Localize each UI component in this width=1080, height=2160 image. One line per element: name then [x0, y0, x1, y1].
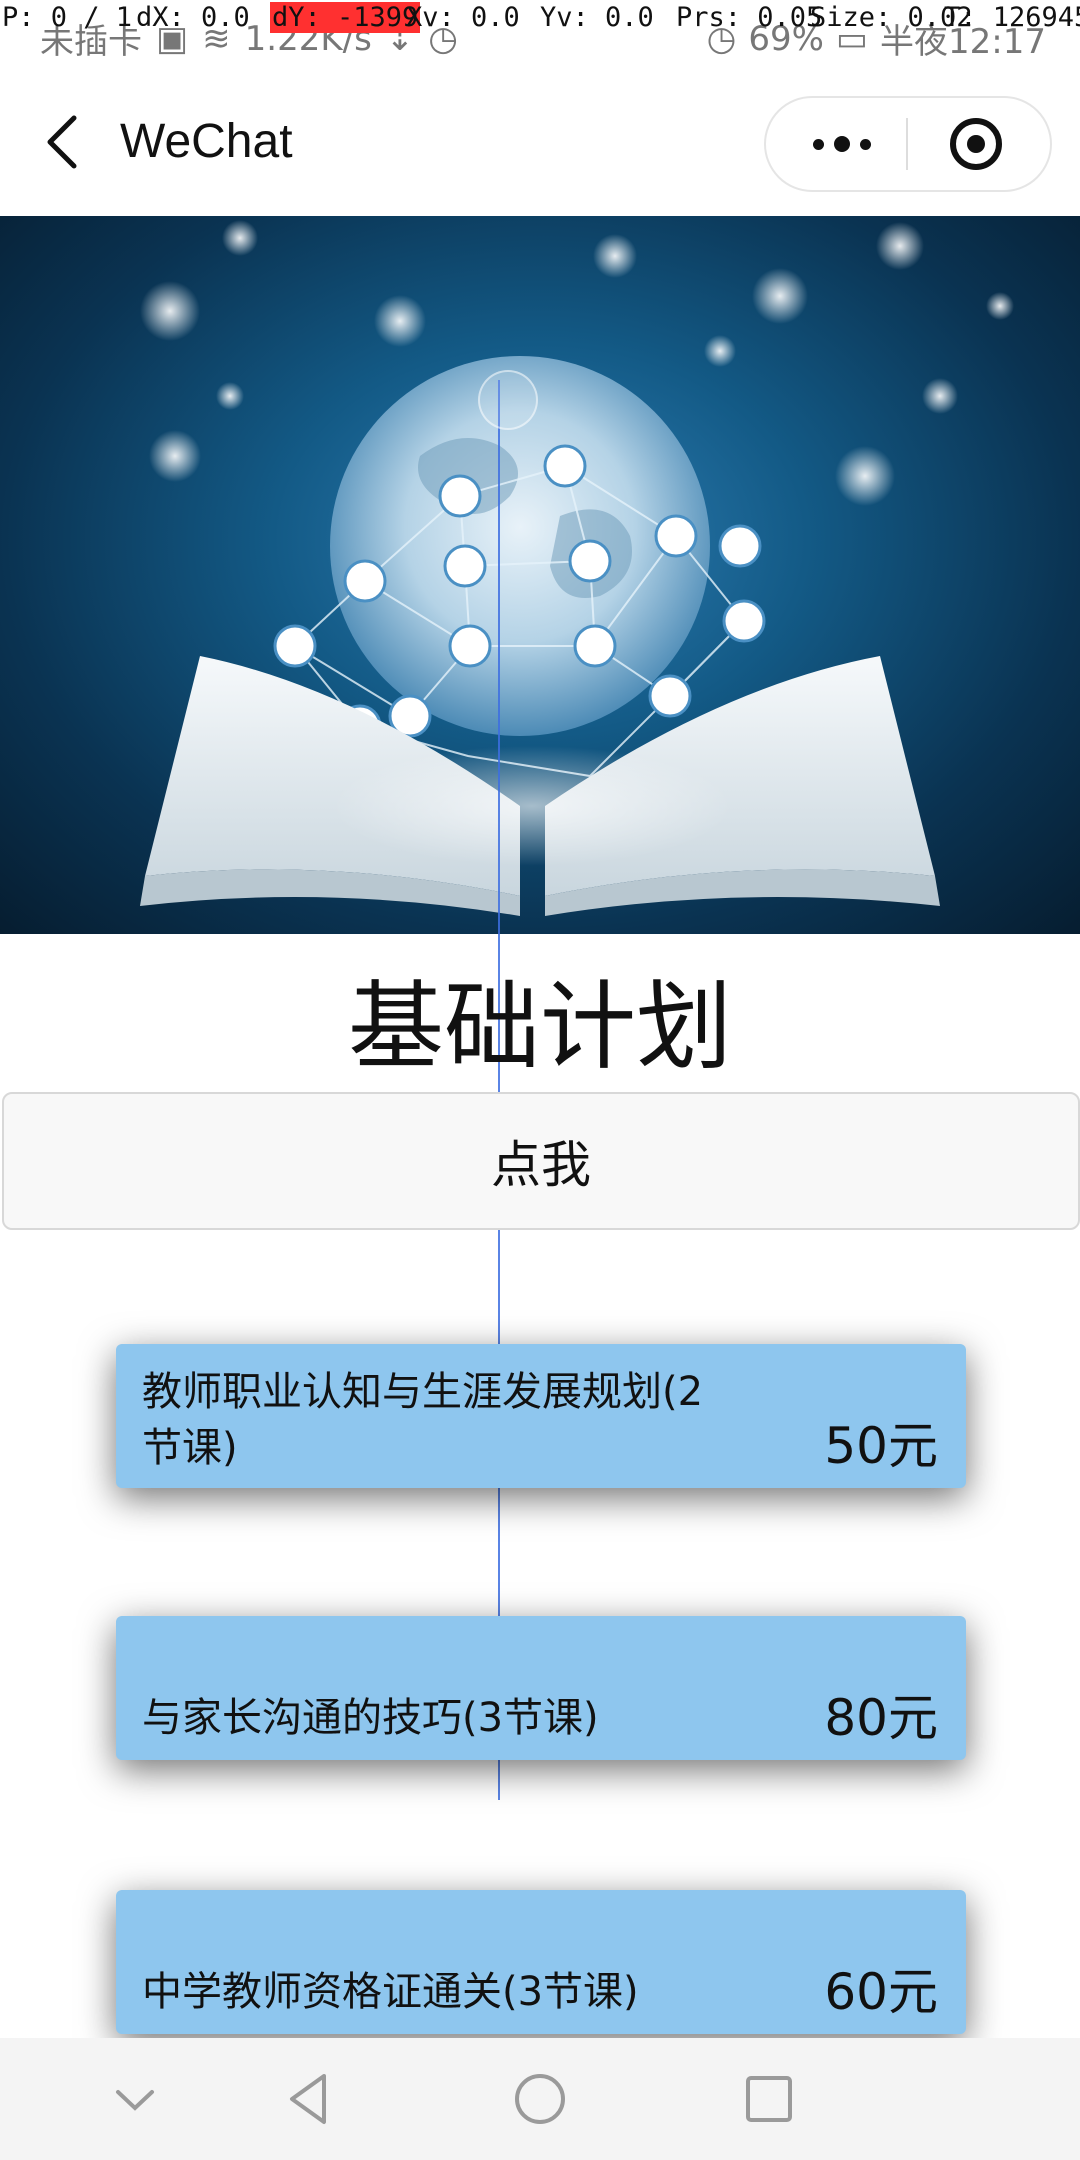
course-name: 与家长沟通的技巧(3节课): [142, 1695, 599, 1741]
recents-button[interactable]: [734, 2064, 804, 2134]
click-me-button[interactable]: 点我: [2, 1092, 1080, 1230]
chevron-left-icon: [47, 115, 77, 169]
debug-pointer: P: 0 / 1: [2, 2, 133, 33]
debug-dx: dX: 0.0: [136, 2, 250, 33]
circle-home-icon: [515, 2074, 565, 2124]
course-price: 50元: [824, 1417, 938, 1475]
debug-prs: Prs: 0.05: [676, 2, 823, 33]
course-price: 60元: [824, 1963, 938, 2021]
debug-dy: dY: -1399: [270, 2, 421, 33]
more-dots-icon: [813, 138, 824, 150]
square-recents-icon: [746, 2076, 792, 2122]
system-nav-bar: [0, 2038, 1080, 2160]
course-card[interactable]: 与家长沟通的技巧(3节课) 80元: [116, 1616, 966, 1760]
back-button[interactable]: [36, 110, 86, 174]
back-system-button[interactable]: [274, 2064, 344, 2134]
debug-touch-trace: [498, 380, 500, 1800]
nav-bar: WeChat: [0, 70, 1080, 216]
hero-banner: [0, 216, 1080, 934]
debug-touch-point: [478, 370, 538, 430]
course-card[interactable]: 教师职业认知与生涯发展规划(2节课) 50元: [116, 1344, 966, 1488]
debug-t: T: 126945: [944, 2, 1080, 33]
debug-xv: Xv: 0.0: [406, 2, 520, 33]
debug-yv: Yv: 0.0: [540, 2, 654, 33]
capsule-divider: [906, 118, 908, 170]
nav-title: WeChat: [120, 115, 293, 168]
triangle-back-icon: [290, 2074, 326, 2124]
debug-overlay: P: 0 / 1 dX: 0.0 dY: -1399 Xv: 0.0 Yv: 0…: [0, 0, 1080, 40]
book-globe-illustration: [140, 220, 1014, 916]
page-title: 基础计划: [348, 971, 732, 1083]
course-price: 80元: [824, 1689, 938, 1747]
menu-capsule: [764, 96, 1052, 192]
course-card[interactable]: 中学教师资格证通关(3节课) 60元: [116, 1890, 966, 2034]
close-target-icon[interactable]: [950, 118, 1002, 170]
course-name: 中学教师资格证通关(3节课): [142, 1969, 639, 2015]
course-name: 教师职业认知与生涯发展规划(2节课): [142, 1369, 704, 1471]
home-button[interactable]: [505, 2064, 575, 2134]
hide-keyboard-button[interactable]: [100, 2064, 170, 2134]
more-button[interactable]: [810, 126, 874, 162]
chevron-down-icon: [116, 2090, 154, 2111]
